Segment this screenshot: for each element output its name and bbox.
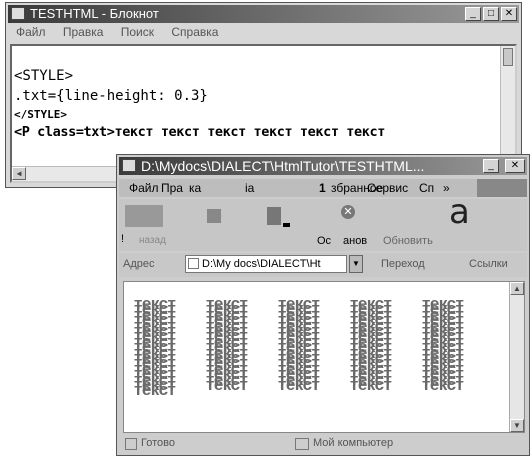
menu-help[interactable]: Сп [419,181,434,195]
menu-more-chevron[interactable]: » [443,181,450,195]
computer-icon [295,438,309,450]
menu-edit[interactable]: Правка [63,25,104,39]
address-bar: Адрес D:\My docs\DIALECT\Ht ▼ Переход Сс… [119,253,527,277]
notepad-app-icon [11,7,25,20]
menu-go[interactable]: ia [245,181,254,195]
content-vertical-scrollbar[interactable]: ▲ ▼ [509,282,524,432]
page-content: текст текст текст текст текст текст текст текст… [123,281,525,433]
text-column: текст текст текст текст текст текст текст текст… [134,294,198,404]
menu-tools[interactable]: Сервис [367,181,408,195]
scroll-left-icon[interactable]: ◀ [12,167,26,180]
browser-window: D:\Mydocs\DIALECT\HtmlTutor\TESTHTML... … [116,154,530,456]
zone-text: Мой компьютер [313,437,394,449]
letter-glyph: а [449,199,470,232]
text-word: текст [134,380,176,400]
notepad-menu-bar: Файл Правка Поиск Справка [8,25,519,42]
menu-number[interactable]: 1 [319,181,326,195]
code-line-2: .txt={line-height: 0.3} [14,88,208,104]
text-word: текст [206,375,248,394]
stop-icon[interactable] [267,207,281,225]
browser-app-icon [122,159,136,172]
refresh-label: анов [343,235,368,247]
text-word: текст [350,375,392,394]
go-button[interactable]: Переход [381,258,425,270]
address-dropdown-icon[interactable]: ▼ [349,255,363,273]
maximize-button[interactable]: □ [483,7,499,21]
notepad-title-bar[interactable]: TESTHTML - Блокнот _ □ ✕ [8,5,519,23]
address-field[interactable]: D:\My docs\DIALECT\Ht [185,255,347,273]
code-line-3: </STYLE> [14,108,67,121]
code-line-1: <STYLE> [14,68,74,84]
browser-title-bar[interactable]: D:\Mydocs\DIALECT\HtmlTutor\TESTHTML... … [119,157,527,175]
menu-view[interactable]: ка [189,181,201,195]
browser-menu-bar: Файл Пра ка ia 1 збранное Сервис Сп » [119,179,527,197]
menu-search[interactable]: Поиск [121,25,154,39]
page-icon [188,258,199,269]
text-word: текст [278,375,320,394]
cancel-icon[interactable]: ✕ [341,205,355,219]
back-label: назад [139,235,166,246]
scroll-up-icon[interactable]: ▲ [510,282,524,295]
notepad-vertical-scrollbar[interactable] [500,46,515,167]
browser-toolbar: ✕ а ! назад Ос анов Обновить [119,199,527,251]
stop-label: Ос [317,235,332,247]
code-line-4: <P class=txt>текст текст текст текст тек… [14,124,385,140]
address-label: Адрес [123,258,155,270]
text-column: текст текст текст текст текст текст текст текст… [422,294,486,404]
update-label: Обновить [383,235,433,247]
back-arrow-icon[interactable] [125,205,163,227]
cursor-mark [283,223,290,227]
menu-file[interactable]: Файл [129,181,159,195]
text-column: текст текст текст текст текст текст текст текст… [350,294,414,404]
links-label[interactable]: Ссылки [469,258,508,270]
scroll-down-icon[interactable]: ▼ [510,419,524,432]
menu-help[interactable]: Справка [171,25,218,39]
status-text: Готово [141,437,175,449]
menu-edit[interactable]: Пра [161,181,183,195]
throbber-logo [477,179,527,197]
browser-title: D:\Mydocs\DIALECT\HtmlTutor\TESTHTML... [141,158,425,174]
menu-file[interactable]: Файл [16,25,46,39]
text-word: текст [422,375,464,394]
browser-minimize-button[interactable]: _ [483,159,499,173]
minimize-button[interactable]: _ [465,7,481,21]
text-column: текст текст текст текст текст текст текст текст… [206,294,270,404]
scroll-thumb[interactable] [503,48,513,66]
notepad-title: TESTHTML - Блокнот [30,6,159,21]
status-bar: Готово Мой компьютер [119,435,527,453]
browser-close-button[interactable]: ✕ [505,159,525,173]
forward-arrow-icon[interactable] [207,209,221,223]
address-value: D:\My docs\DIALECT\Ht [202,258,321,270]
back-label-mark: ! [121,233,125,245]
status-page-icon [125,438,137,450]
close-button[interactable]: ✕ [501,7,517,21]
text-column: текст текст текст текст текст текст текст текст… [278,294,342,404]
